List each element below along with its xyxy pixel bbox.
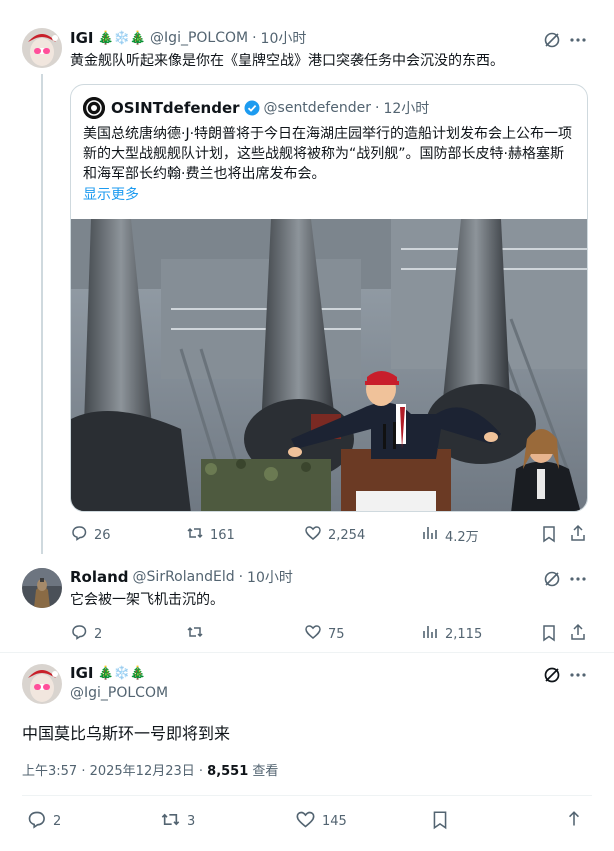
reply-count: 26 [94,527,111,543]
tweet2-header: Roland @SirRolandEld · 10小时 [70,567,293,587]
views-count: 4.2万 [445,529,479,545]
reply-count: 2 [94,626,103,642]
like-count: 145 [322,814,347,829]
author-handle[interactable]: @Igi_POLCOM [150,30,248,46]
main-tweet-text: 中国莫比乌斯环一号即将到来 [22,724,231,743]
tweet-time[interactable]: 10小时 [247,567,293,587]
retweet-icon [186,524,204,546]
thread-line [41,74,43,554]
tweet-time[interactable]: 10小时 [261,28,307,48]
reply-button[interactable]: 26 [70,524,111,546]
divider [22,795,592,796]
main-timestamp-row: 上午3:57 · 2025年12月23日 · 8,551 查看 [22,760,278,779]
avatar-igi[interactable] [22,28,62,68]
reply-icon [26,809,47,834]
author-emoji: 🎄❄️🎄 [97,30,147,46]
reply-icon [70,623,88,645]
dot-separator: · [238,569,244,585]
like-button[interactable]: 145 [295,809,347,834]
like-count: 75 [328,626,345,642]
tweet-text: 黄金舰队听起来像是你在《皇牌空战》港口突袭任务中会沉没的东西。 [70,53,504,69]
quote-tweet[interactable]: OSINTdefender @sentdefender · 12小时 美国总统唐… [70,84,588,512]
quote-author-name[interactable]: OSINTdefender [111,99,240,117]
like-button[interactable]: 2,254 [304,524,365,546]
retweet-button[interactable]: 161 [186,524,235,546]
main-header-name: IGI 🎄❄️🎄 [70,664,146,682]
like-icon [304,524,322,546]
quote-photo[interactable] [71,219,587,511]
tweet-text: 它会被一架飞机击沉的。 [70,592,224,608]
retweet-button[interactable]: 3 [160,809,195,834]
like-count: 2,254 [328,527,366,543]
avatar-roland[interactable] [22,568,62,608]
like-icon [295,809,316,834]
share-icon[interactable] [567,621,589,643]
views-icon [421,524,439,546]
views-button[interactable]: 4.2万 [421,524,479,546]
tweet1-header: IGI 🎄❄️🎄 @Igi_POLCOM · 10小时 [70,28,306,48]
share-icon[interactable] [567,522,589,544]
author-name[interactable]: IGI [70,664,93,682]
divider [0,652,614,653]
reply-icon [70,524,88,546]
retweet-count: 161 [210,527,235,543]
more-icon[interactable] [566,664,590,686]
quote-header: OSINTdefender @sentdefender · 12小时 [111,98,429,118]
quote-text: 美国总统唐纳德·J·特朗普将于今日在海湖庄园举行的造船计划发布会上公布一项新的大… [83,126,573,182]
more-icon[interactable] [566,568,590,590]
grok-icon[interactable] [541,568,563,590]
views-count: 2,115 [445,626,483,642]
author-handle[interactable]: @Igi_POLCOM [70,685,168,701]
bookmark-icon[interactable] [538,622,560,644]
retweet-count: 3 [187,814,196,829]
tweet-timestamp[interactable]: 上午3:57 · 2025年12月23日 · [22,764,207,779]
reply-button[interactable]: 2 [70,623,102,645]
retweet-icon [186,623,204,645]
retweet-button[interactable] [186,623,210,645]
avatar-osintdefender[interactable] [83,97,105,119]
author-handle[interactable]: @SirRolandEld [133,569,235,585]
bookmark-icon[interactable] [428,808,452,832]
author-name[interactable]: IGI [70,29,93,47]
reply-count: 2 [53,814,62,829]
share-icon[interactable] [562,808,586,832]
author-name[interactable]: Roland [70,568,129,586]
grok-icon[interactable] [541,29,563,51]
bookmark-icon[interactable] [538,523,560,545]
dot-separator: · [374,100,380,116]
grok-icon[interactable] [540,664,564,686]
author-emoji: 🎄❄️🎄 [97,665,147,681]
show-more-link[interactable]: 显示更多 [83,184,139,204]
views-number: 8,551 [207,764,249,779]
reply-button[interactable]: 2 [26,809,61,834]
avatar-igi-main[interactable] [22,664,62,704]
quote-author-handle[interactable]: @sentdefender [264,100,371,116]
more-icon[interactable] [566,29,590,51]
views-button[interactable]: 2,115 [421,623,482,645]
views-label[interactable]: 查看 [248,764,278,779]
verified-badge-icon [244,100,260,116]
views-icon [421,623,439,645]
dot-separator: · [252,30,257,46]
retweet-icon [160,809,181,834]
like-button[interactable]: 75 [304,623,345,645]
quote-time[interactable]: 12小时 [383,98,429,118]
like-icon [304,623,322,645]
